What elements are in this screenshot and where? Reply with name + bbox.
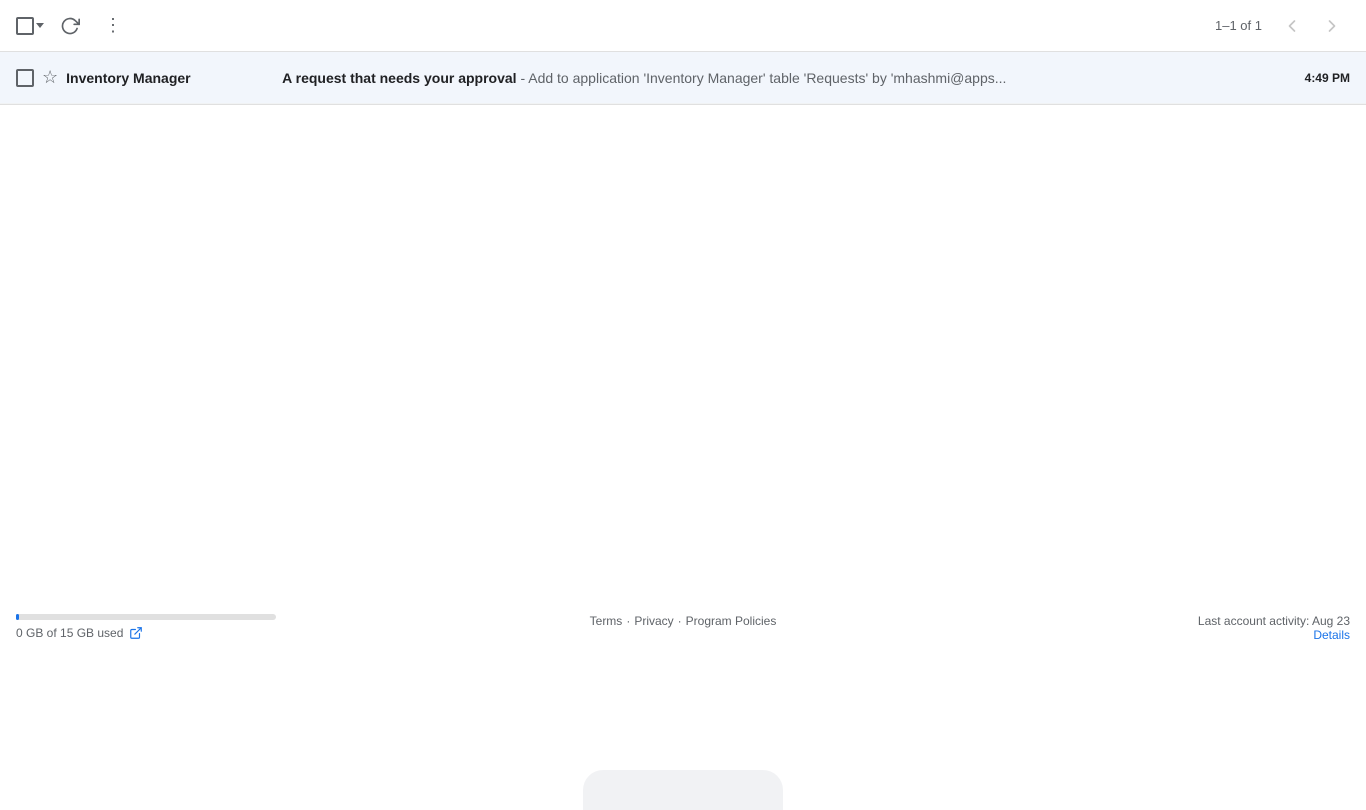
- email-body: A request that needs your approval - Add…: [282, 70, 1289, 86]
- storage-used-text: 0 GB of 15 GB used: [16, 626, 123, 640]
- next-icon: [1322, 16, 1342, 36]
- star-icon[interactable]: ☆: [42, 67, 58, 88]
- pagination-text: 1–1 of 1: [1215, 18, 1262, 33]
- storage-bar-fill: [16, 614, 19, 620]
- last-activity-text: Last account activity: Aug 23: [1198, 614, 1350, 628]
- details-link[interactable]: Details: [1198, 628, 1350, 642]
- privacy-link[interactable]: Privacy: [634, 614, 673, 628]
- terms-link[interactable]: Terms: [590, 614, 623, 628]
- toolbar: ⋮ 1–1 of 1: [0, 0, 1366, 52]
- toolbar-left: ⋮: [16, 7, 131, 44]
- select-all-dropdown[interactable]: [16, 17, 44, 35]
- table-row[interactable]: ☆ Inventory Manager A request that needs…: [0, 52, 1366, 104]
- email-subject: A request that needs your approval: [282, 70, 516, 86]
- prev-icon: [1282, 16, 1302, 36]
- footer: 0 GB of 15 GB used Terms · Privacy · Pro…: [0, 614, 1366, 640]
- email-checkbox[interactable]: [16, 69, 34, 87]
- bottom-scroll-hint: [583, 770, 783, 810]
- email-sender: Inventory Manager: [66, 70, 266, 86]
- email-list: ☆ Inventory Manager A request that needs…: [0, 52, 1366, 105]
- program-policies-link[interactable]: Program Policies: [686, 614, 777, 628]
- more-options-button[interactable]: ⋮: [96, 7, 131, 44]
- toolbar-right: 1–1 of 1: [1215, 8, 1350, 44]
- refresh-icon: [60, 16, 80, 36]
- email-snippet: - Add to application 'Inventory Manager'…: [517, 70, 1007, 86]
- more-options-icon: ⋮: [104, 15, 123, 36]
- storage-text-row: 0 GB of 15 GB used: [16, 626, 296, 640]
- footer-center: Terms · Privacy · Program Policies: [590, 614, 777, 628]
- storage-external-link-icon[interactable]: [129, 626, 143, 640]
- storage-bar-container: [16, 614, 276, 620]
- footer-right: Last account activity: Aug 23 Details: [1198, 614, 1350, 642]
- select-all-arrow-icon: [36, 23, 44, 28]
- select-all-checkbox[interactable]: [16, 17, 34, 35]
- storage-section: 0 GB of 15 GB used: [16, 614, 296, 640]
- separator-2: ·: [678, 614, 682, 628]
- separator-1: ·: [626, 614, 630, 628]
- next-page-button[interactable]: [1314, 8, 1350, 44]
- refresh-button[interactable]: [52, 8, 88, 44]
- prev-page-button[interactable]: [1274, 8, 1310, 44]
- email-time: 4:49 PM: [1305, 71, 1350, 85]
